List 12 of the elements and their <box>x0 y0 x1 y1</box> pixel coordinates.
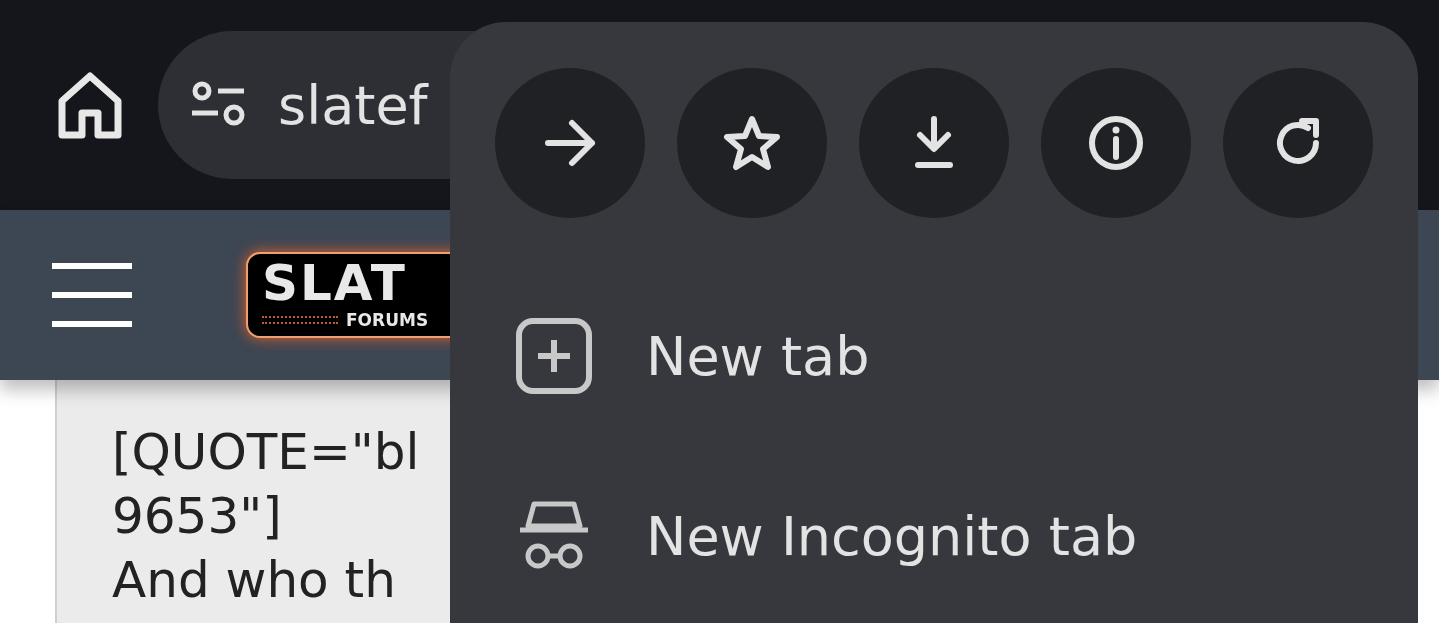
post-text-line: And who th <box>112 550 397 611</box>
info-icon <box>1086 113 1146 173</box>
post-text-line: [QUOTE="bl <box>112 422 421 483</box>
post-text-line: 9653"] <box>112 486 283 547</box>
home-icon[interactable] <box>58 71 122 139</box>
menu-item[interactable]: New Incognito tab <box>450 446 1418 623</box>
url-text: slatef <box>278 72 428 139</box>
plus-square-icon <box>516 318 592 394</box>
menu-icon[interactable] <box>52 263 132 327</box>
star-icon <box>722 113 782 173</box>
logo-title: SLAT <box>262 256 408 310</box>
logo-subtitle: FORUMS <box>346 310 429 330</box>
